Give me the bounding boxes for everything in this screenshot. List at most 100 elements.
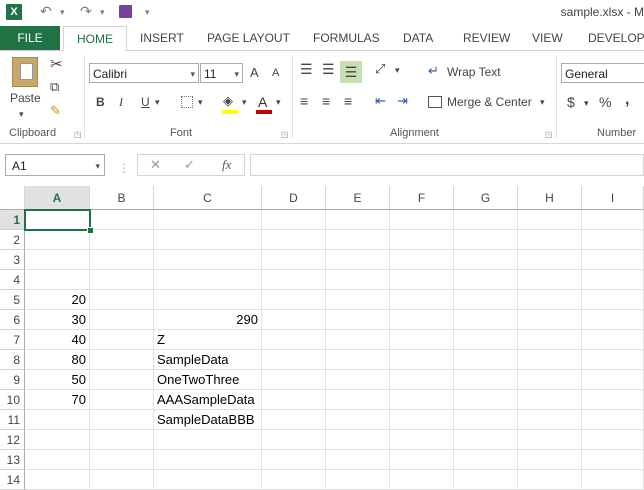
format-painter-icon[interactable]: ✎	[50, 103, 61, 119]
formula-input[interactable]	[250, 154, 644, 176]
cell-e6[interactable]	[326, 310, 390, 330]
cell-c6[interactable]: 290	[154, 310, 262, 330]
font-color-dropdown-icon[interactable]: ▾	[276, 97, 281, 108]
column-header-h[interactable]: H	[518, 186, 582, 210]
cell-i13[interactable]	[582, 450, 644, 470]
cell-c8[interactable]: SampleData	[154, 350, 262, 370]
copy-icon[interactable]: ⧉	[50, 79, 59, 95]
cell-b7[interactable]	[90, 330, 154, 350]
cell-i5[interactable]	[582, 290, 644, 310]
cell-i4[interactable]	[582, 270, 644, 290]
cell-g10[interactable]	[454, 390, 518, 410]
cell-i14[interactable]	[582, 470, 644, 490]
column-header-e[interactable]: E	[326, 186, 390, 210]
cancel-icon[interactable]: ✕	[150, 157, 161, 173]
cell-a12[interactable]	[25, 430, 90, 450]
underline-dropdown-icon[interactable]: ▾	[155, 97, 160, 108]
cell-b13[interactable]	[90, 450, 154, 470]
top-align-icon[interactable]: ☰	[300, 61, 313, 78]
cell-h4[interactable]	[518, 270, 582, 290]
cell-g1[interactable]	[454, 210, 518, 230]
customize-quick-access-icon[interactable]: ▾	[145, 7, 150, 18]
paste-dropdown-icon[interactable]: ▾	[19, 109, 24, 120]
cell-d12[interactable]	[262, 430, 326, 450]
redo-dropdown-icon[interactable]: ▾	[100, 7, 105, 18]
paste-clipboard-icon[interactable]	[12, 57, 38, 87]
clipboard-launcher-icon[interactable]: ◳	[74, 130, 82, 139]
percent-button[interactable]: %	[599, 94, 611, 110]
row-header-7[interactable]: 7	[0, 330, 25, 350]
font-color-icon[interactable]: A	[258, 94, 267, 110]
cell-f9[interactable]	[390, 370, 454, 390]
cell-a10[interactable]: 70	[25, 390, 90, 410]
cell-b5[interactable]	[90, 290, 154, 310]
cell-a9[interactable]: 50	[25, 370, 90, 390]
cell-f10[interactable]	[390, 390, 454, 410]
row-header-9[interactable]: 9	[0, 370, 25, 390]
undo-icon[interactable]: ↶	[40, 3, 52, 20]
insert-function-icon[interactable]: fx	[222, 157, 231, 173]
cell-e4[interactable]	[326, 270, 390, 290]
cut-icon[interactable]: ✂	[50, 55, 63, 73]
cell-b1[interactable]	[90, 210, 154, 230]
column-header-g[interactable]: G	[454, 186, 518, 210]
row-header-14[interactable]: 14	[0, 470, 25, 490]
cell-h8[interactable]	[518, 350, 582, 370]
row-header-12[interactable]: 12	[0, 430, 25, 450]
cell-e14[interactable]	[326, 470, 390, 490]
middle-align-icon[interactable]: ☰	[322, 61, 335, 78]
cell-i6[interactable]	[582, 310, 644, 330]
cell-g13[interactable]	[454, 450, 518, 470]
tab-review[interactable]: REVIEW	[463, 26, 510, 50]
cell-h5[interactable]	[518, 290, 582, 310]
cell-a13[interactable]	[25, 450, 90, 470]
fill-color-dropdown-icon[interactable]: ▾	[242, 97, 247, 108]
cell-g9[interactable]	[454, 370, 518, 390]
cell-c10[interactable]: AAASampleData	[154, 390, 262, 410]
cell-e12[interactable]	[326, 430, 390, 450]
merge-center-icon[interactable]	[428, 96, 442, 108]
number-format-box[interactable]: General	[561, 63, 644, 83]
cell-d13[interactable]	[262, 450, 326, 470]
row-header-11[interactable]: 11	[0, 410, 25, 430]
cell-f12[interactable]	[390, 430, 454, 450]
fill-color-icon[interactable]: ◈	[223, 93, 233, 109]
cell-b11[interactable]	[90, 410, 154, 430]
tab-file[interactable]: FILE	[0, 26, 60, 50]
row-header-10[interactable]: 10	[0, 390, 25, 410]
tab-home[interactable]: HOME	[63, 26, 127, 52]
cell-g4[interactable]	[454, 270, 518, 290]
tab-insert[interactable]: INSERT	[140, 26, 184, 50]
cell-e1[interactable]	[326, 210, 390, 230]
cell-g7[interactable]	[454, 330, 518, 350]
cell-f14[interactable]	[390, 470, 454, 490]
cell-c4[interactable]	[154, 270, 262, 290]
cell-i10[interactable]	[582, 390, 644, 410]
cell-g11[interactable]	[454, 410, 518, 430]
column-header-c[interactable]: C	[154, 186, 262, 210]
cell-d5[interactable]	[262, 290, 326, 310]
borders-dropdown-icon[interactable]: ▾	[198, 97, 203, 108]
row-header-1[interactable]: 1	[0, 210, 25, 230]
cell-b3[interactable]	[90, 250, 154, 270]
cell-c5[interactable]	[154, 290, 262, 310]
cell-b2[interactable]	[90, 230, 154, 250]
cell-b6[interactable]	[90, 310, 154, 330]
align-right-icon[interactable]: ≡	[344, 93, 352, 109]
shrink-font-button[interactable]: A	[272, 67, 279, 79]
font-size-box[interactable]: 11 ▾	[200, 63, 243, 83]
cell-h12[interactable]	[518, 430, 582, 450]
column-header-a[interactable]: A	[25, 186, 90, 210]
cell-a4[interactable]	[25, 270, 90, 290]
cell-f1[interactable]	[390, 210, 454, 230]
cell-h2[interactable]	[518, 230, 582, 250]
cell-i12[interactable]	[582, 430, 644, 450]
column-header-i[interactable]: I	[582, 186, 644, 210]
cell-a5[interactable]: 20	[25, 290, 90, 310]
row-header-5[interactable]: 5	[0, 290, 25, 310]
cell-i3[interactable]	[582, 250, 644, 270]
cell-a14[interactable]	[25, 470, 90, 490]
cell-c1[interactable]	[154, 210, 262, 230]
cell-e3[interactable]	[326, 250, 390, 270]
row-header-8[interactable]: 8	[0, 350, 25, 370]
